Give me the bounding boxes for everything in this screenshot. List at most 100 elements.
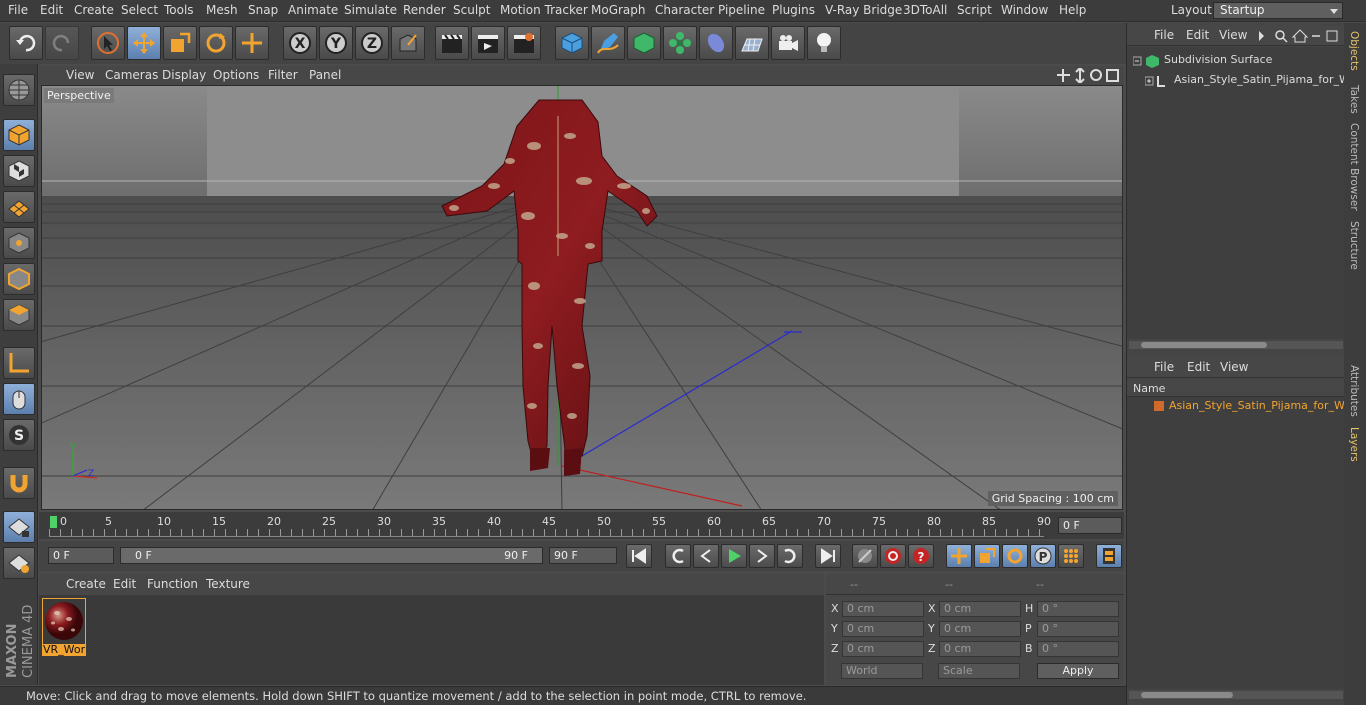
texture-mode-button[interactable] xyxy=(3,155,35,187)
menu-snap[interactable]: Snap xyxy=(248,3,278,17)
viewport-camera-label[interactable]: Perspective xyxy=(44,88,114,103)
layers-scroll-thumb[interactable] xyxy=(1141,692,1233,698)
light-button[interactable] xyxy=(807,26,841,60)
layers-scrollbar[interactable] xyxy=(1129,691,1343,699)
perspective-viewport[interactable]: Y Z Perspective Grid Spacing : 100 cm xyxy=(41,85,1123,510)
layers-menu-file[interactable]: File xyxy=(1154,360,1174,374)
camera-button[interactable] xyxy=(771,26,805,60)
render-settings-button[interactable] xyxy=(507,26,541,60)
menu-3dtoall[interactable]: 3DToAll xyxy=(903,3,947,17)
size-y-field[interactable]: 0 cm xyxy=(939,621,1021,637)
key-rotation-button[interactable] xyxy=(1002,544,1028,568)
menu-plugins[interactable]: Plugins xyxy=(772,3,815,17)
axis-mode-button[interactable] xyxy=(3,347,35,379)
z-axis-button[interactable]: Z xyxy=(355,26,389,60)
layers-menu-view[interactable]: View xyxy=(1220,360,1248,374)
tab-layers[interactable]: Layers xyxy=(1348,427,1360,462)
x-axis-button[interactable]: X xyxy=(283,26,317,60)
timeline-window-button[interactable] xyxy=(1096,544,1122,568)
viewport-menu-view[interactable]: View xyxy=(66,68,94,82)
tree-item-subdivision-surface[interactable]: Subdivision Surface xyxy=(1133,53,1343,69)
cube-button[interactable] xyxy=(555,26,589,60)
material-menu-texture[interactable]: Texture xyxy=(206,577,250,591)
render-view-button[interactable] xyxy=(435,26,469,60)
live-selection-button[interactable] xyxy=(91,26,125,60)
tab-structure[interactable]: Structure xyxy=(1348,221,1360,270)
undo-button[interactable] xyxy=(9,26,43,60)
material-menu-create[interactable]: Create xyxy=(66,577,106,591)
tweak-mode-button[interactable] xyxy=(3,383,35,415)
pos-x-field[interactable]: 0 cm xyxy=(842,601,924,617)
key-pla-button[interactable] xyxy=(1058,544,1084,568)
objects-scrollbar[interactable] xyxy=(1129,341,1343,349)
menu-script[interactable]: Script xyxy=(957,3,992,17)
objects-menu-file[interactable]: File xyxy=(1154,28,1174,42)
edges-mode-button[interactable] xyxy=(3,263,35,295)
material-menu-edit[interactable]: Edit xyxy=(113,577,136,591)
menu-select[interactable]: Select xyxy=(121,3,158,17)
go-to-end-button[interactable] xyxy=(815,544,841,568)
menu-simulate[interactable]: Simulate xyxy=(344,3,397,17)
coordinate-system-button[interactable] xyxy=(391,26,425,60)
keyframe-selection-button[interactable]: ? xyxy=(908,544,934,568)
tab-attributes[interactable]: Attributes xyxy=(1348,365,1360,417)
layout-select[interactable]: Startup xyxy=(1213,2,1343,19)
pos-y-field[interactable]: 0 cm xyxy=(842,621,924,637)
record-keys-button[interactable] xyxy=(852,544,878,568)
tab-content-browser[interactable]: Content Browser xyxy=(1348,123,1360,211)
model-mode-button[interactable] xyxy=(3,119,35,151)
viewport-menu-display[interactable]: Display xyxy=(162,68,206,82)
previous-key-button[interactable] xyxy=(665,544,691,568)
timeline-ruler[interactable]: 0 5 10 15 20 25 30 35 40 45 50 55 60 65 … xyxy=(39,512,1124,539)
layers-menu-edit[interactable]: Edit xyxy=(1187,360,1210,374)
y-axis-button[interactable]: Y xyxy=(319,26,353,60)
snap-button[interactable] xyxy=(3,467,35,499)
rot-h-field[interactable]: 0 ° xyxy=(1037,601,1119,617)
cloner-button[interactable] xyxy=(663,26,697,60)
deformer-button[interactable] xyxy=(699,26,733,60)
next-key-button[interactable] xyxy=(777,544,803,568)
menu-mograph[interactable]: MoGraph xyxy=(591,3,646,17)
menu-vray-bridge[interactable]: V-Ray Bridge xyxy=(825,3,902,17)
world-select[interactable]: World xyxy=(841,663,923,679)
rot-p-field[interactable]: 0 ° xyxy=(1037,621,1119,637)
key-scale-button[interactable] xyxy=(974,544,1000,568)
render-picture-viewer-button[interactable] xyxy=(471,26,505,60)
subdivision-button[interactable] xyxy=(627,26,661,60)
layer-row[interactable]: Asian_Style_Satin_Pijama_for_Wor xyxy=(1135,399,1356,415)
size-z-field[interactable]: 0 cm xyxy=(939,641,1021,657)
viewport-menu-options[interactable]: Options xyxy=(213,68,259,82)
rotate-tool-button[interactable] xyxy=(199,26,233,60)
viewport-menu-filter[interactable]: Filter xyxy=(268,68,298,82)
tab-takes[interactable]: Takes xyxy=(1348,85,1360,114)
key-parameter-button[interactable]: P xyxy=(1030,544,1056,568)
autokey-button[interactable] xyxy=(880,544,906,568)
menu-animate[interactable]: Animate xyxy=(288,3,338,17)
layer-color-swatch[interactable] xyxy=(1154,401,1164,411)
tree-item-pijama[interactable]: Asian_Style_Satin_Pijama_for_Wo xyxy=(1145,73,1356,89)
menu-file[interactable]: File xyxy=(8,3,28,17)
apply-button[interactable]: Apply xyxy=(1037,663,1119,679)
objects-menu-edit[interactable]: Edit xyxy=(1186,28,1209,42)
workplane-snap-button[interactable] xyxy=(3,547,35,579)
current-frame-field[interactable]: 0 F xyxy=(1058,517,1122,534)
size-x-field[interactable]: 0 cm xyxy=(939,601,1021,617)
scale-select[interactable]: Scale xyxy=(938,663,1020,679)
points-mode-button[interactable] xyxy=(3,227,35,259)
go-to-start-button[interactable] xyxy=(626,544,652,568)
play-button[interactable] xyxy=(721,544,747,568)
viewport-menu-cameras[interactable]: Cameras xyxy=(105,68,158,82)
previous-frame-button[interactable] xyxy=(693,544,719,568)
pos-z-field[interactable]: 0 cm xyxy=(842,641,924,657)
redo-button[interactable] xyxy=(45,26,79,60)
menu-sculpt[interactable]: Sculpt xyxy=(453,3,490,17)
menu-mesh[interactable]: Mesh xyxy=(206,3,238,17)
polygons-mode-button[interactable] xyxy=(3,299,35,331)
rot-b-field[interactable]: 0 ° xyxy=(1037,641,1119,657)
floor-button[interactable] xyxy=(735,26,769,60)
material-swatch[interactable]: VR_Wor xyxy=(42,598,86,656)
material-menu-function[interactable]: Function xyxy=(147,577,198,591)
menu-help[interactable]: Help xyxy=(1059,3,1086,17)
viewport-nav-icons[interactable] xyxy=(1056,68,1120,83)
scale-tool-button[interactable] xyxy=(163,26,197,60)
